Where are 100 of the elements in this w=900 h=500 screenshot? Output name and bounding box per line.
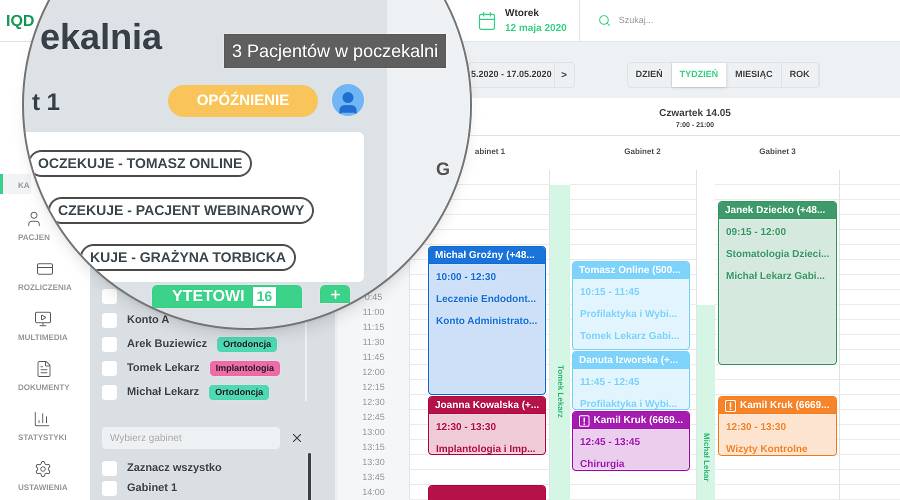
close-icon[interactable] xyxy=(290,431,304,445)
checkbox[interactable] xyxy=(102,337,117,352)
shift-doctor-name: Tomek Lekarz xyxy=(555,365,566,418)
time-label: 13:15 xyxy=(361,441,386,454)
room-heading: abinet 1 xyxy=(474,146,506,158)
specialty-tag: Ortodoncja xyxy=(217,336,278,352)
checkbox[interactable] xyxy=(102,385,117,400)
scrollbar[interactable] xyxy=(308,453,311,500)
doctor-name: Tomek Lekarz xyxy=(127,361,200,376)
view-tab[interactable]: ROK xyxy=(782,63,819,87)
sidebar-item[interactable]: DOKUMENTY xyxy=(0,360,71,394)
waiting-tooltip: 3 Pacjentów w poczekalni xyxy=(224,34,446,68)
date-label: 12 maja 2020 xyxy=(505,22,567,36)
time-label: 11:30 xyxy=(362,336,386,349)
warning-icon xyxy=(579,414,590,426)
checkbox[interactable] xyxy=(102,313,117,328)
room-heading: Gabinet 3 xyxy=(759,146,796,158)
count-badge: 16 xyxy=(252,287,276,306)
room-heading: Gabinet 2 xyxy=(624,146,661,158)
time-label: 13:30 xyxy=(361,456,386,469)
room-title: t 1 xyxy=(32,88,60,118)
specialty-tag: Ortodoncja xyxy=(209,384,270,400)
appointment-card[interactable]: Janek Dziecko (+48... 09:15 - 12:00 Stomatologia Dzieci... Michał Lekarz Gabi... xyxy=(718,201,837,365)
sidebar-item[interactable]: KA xyxy=(0,174,31,194)
patient-name: Tomasz Online (500... xyxy=(579,264,681,278)
appointment-detail: Profilaktyka i Wybi... xyxy=(580,308,678,322)
priority-button[interactable]: YTETOWI 16 xyxy=(152,285,302,308)
time-label: 11:00 xyxy=(362,306,386,319)
patient-name: Janek Dziecko (+48... xyxy=(725,204,826,218)
appointment-time: 12:30 - 13:30 xyxy=(726,421,788,435)
time-label: 12:30 xyxy=(361,396,386,409)
screen-play-icon xyxy=(34,310,52,328)
checkbox[interactable] xyxy=(102,361,117,376)
waiting-patient-button[interactable]: OCZEKUJE - TOMASZ ONLINE xyxy=(28,150,252,177)
weekday-label: Wtorek xyxy=(505,6,540,20)
appointment-detail: Leczenie Endodont... xyxy=(436,293,538,307)
doctor-name: Konto A xyxy=(127,313,170,328)
appointment-detail: Implantologia i Imp... xyxy=(436,443,536,454)
time-label: 11:45 xyxy=(362,351,386,364)
column-heading-letter: G xyxy=(436,158,450,181)
time-label: 14:00 xyxy=(361,486,386,499)
patient-name: Kamil Kruk (6669... xyxy=(740,399,830,413)
appointment-time: 12:30 - 13:30 xyxy=(436,421,498,435)
waiting-patient-button[interactable]: KUJE - GRAŻYNA TORBICKA xyxy=(80,244,296,271)
day-title: Czwartek 14.05 xyxy=(659,107,731,121)
next-button[interactable]: > xyxy=(554,63,574,87)
checkbox[interactable] xyxy=(102,481,117,496)
warning-icon xyxy=(725,400,736,412)
appointment-time: 10:00 - 12:30 xyxy=(436,271,498,285)
appointment-time: 12:45 - 13:45 xyxy=(580,436,642,450)
document-icon xyxy=(34,360,53,378)
plus-icon xyxy=(328,288,342,300)
search-icon xyxy=(598,14,611,27)
time-label: 12:00 xyxy=(361,366,386,379)
time-label: 13:00 xyxy=(361,426,386,439)
waiting-patient-button[interactable]: CZEKUJE - PACJENT WEBINAROWY xyxy=(48,197,314,224)
view-tab[interactable]: TYDZIEŃ xyxy=(672,63,728,87)
time-label: 12:45 xyxy=(361,411,386,424)
room-search-field[interactable]: Wybierz gabinet xyxy=(102,427,280,449)
specialty-tag: Implantologia xyxy=(210,360,280,376)
view-tab[interactable]: MIESIĄC xyxy=(727,63,782,87)
patient-name: Joanna Kowalska (+... xyxy=(435,399,540,413)
appointment-detail: Michał Lekarz Gabi... xyxy=(726,270,826,284)
appointment-card[interactable]: Kamil Kruk (6669... 12:45 - 13:45 Chirurgia xyxy=(572,411,690,471)
logo: IQD xyxy=(6,13,34,30)
appointment-card[interactable]: Tomasz Online (500... 10:15 - 11:45 Profilaktyka i Wybi... Tomek Lekarz Gabi... xyxy=(572,261,690,350)
appointment-detail: Stomatologia Dzieci... xyxy=(726,248,829,262)
appointment-card[interactable]: Michał Groźny (+48... 10:00 - 12:30 Leczenie Endodont... Konto Administrato... xyxy=(428,246,546,395)
appointment-detail: Tomek Lekarz Gabi... xyxy=(580,330,680,344)
appointment-card[interactable]: Joanna Kowalska (+... 12:30 - 13:30 Implantologia i Imp... xyxy=(428,396,546,455)
sidebar-item[interactable]: USTAWIENIA xyxy=(0,460,69,494)
room-label: Zaznacz wszystko xyxy=(127,461,222,476)
delay-button[interactable]: OPÓŹNIENIE xyxy=(168,85,318,117)
search-field[interactable]: Szukaj... xyxy=(618,14,769,28)
add-button[interactable] xyxy=(320,285,350,303)
time-label: 11:15 xyxy=(362,321,386,334)
patient-name: Michał Groźny (+48... xyxy=(435,249,535,263)
avatar[interactable] xyxy=(332,84,364,116)
appointment-time: 11:45 - 12:45 xyxy=(580,376,640,390)
page-title: ekalnia xyxy=(40,15,162,59)
time-label: 12:15 xyxy=(361,381,386,394)
settings-icon xyxy=(34,460,52,478)
patient-name: Kamil Kruk (6669... xyxy=(594,414,683,428)
room-label: Gabinet 1 xyxy=(127,481,178,496)
doctor-name: Michał Lekarz xyxy=(127,385,200,400)
time-label: 13:45 xyxy=(361,471,386,484)
appointment-detail: Profilaktyka i Wybi... xyxy=(580,398,678,409)
bar-chart-icon xyxy=(33,410,52,428)
doctor-name: Arek Buziewicz xyxy=(127,337,208,352)
appointment-detail: Chirurgia xyxy=(580,458,626,470)
appointment-card[interactable]: Danuta Izworska (+... 11:45 - 12:45 Profilaktyka i Wybi... xyxy=(572,351,690,410)
shift-doctor-name: Michał Lekar xyxy=(701,433,712,482)
appointment-time: 09:15 - 12:00 xyxy=(726,226,788,240)
appointment-detail: Wizyty Kontrolne xyxy=(726,443,809,455)
patient-name: Danuta Izworska (+... xyxy=(579,354,678,368)
checkbox[interactable] xyxy=(102,289,117,304)
sidebar-item[interactable]: STATYSTYKI xyxy=(0,410,68,444)
appointment-card[interactable]: Kamil Kruk (6669... 12:30 - 13:30 Wizyty Kontrolne xyxy=(718,396,837,456)
appointment-time: 10:15 - 11:45 xyxy=(580,286,640,300)
checkbox[interactable] xyxy=(102,461,117,476)
